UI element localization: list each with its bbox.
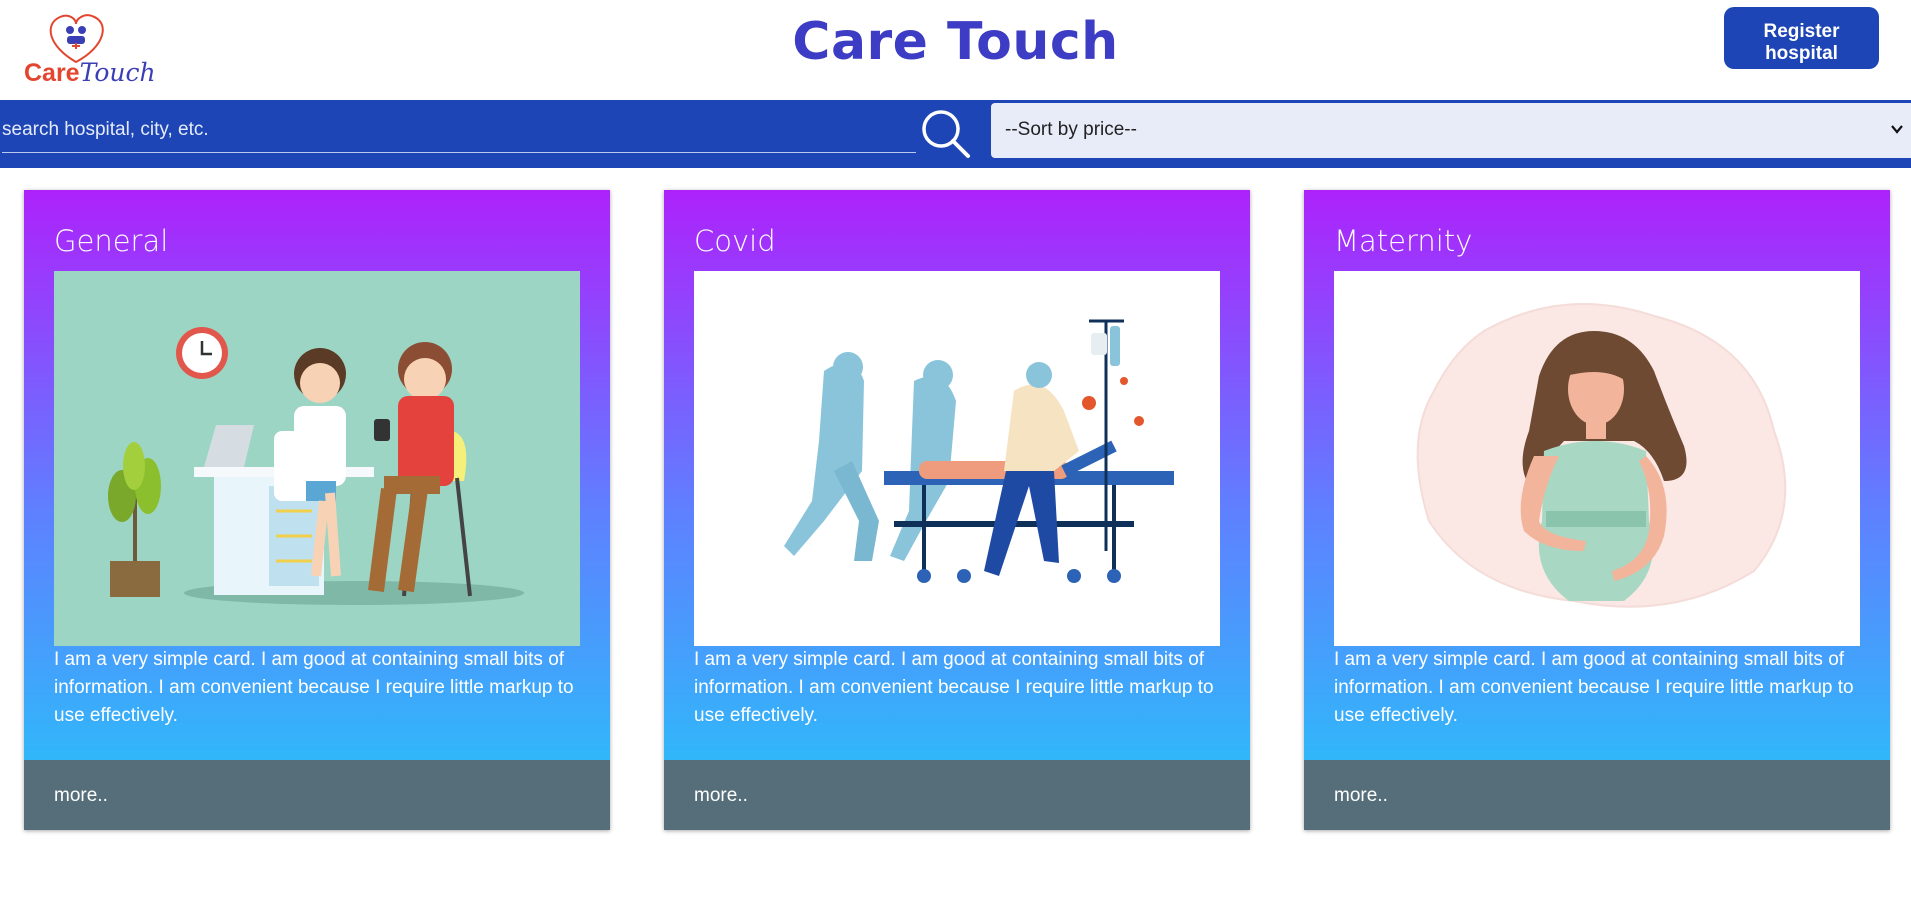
header: CareTouch Care Touch Register hospital xyxy=(0,0,1911,100)
card-footer: more.. xyxy=(1304,760,1890,830)
more-link[interactable]: more.. xyxy=(694,785,748,807)
search-icon[interactable] xyxy=(918,106,974,162)
card-maternity: Maternity I am a very simple card. I am … xyxy=(1304,190,1890,830)
search-bar: --Sort by price-- xyxy=(0,100,1911,168)
more-link[interactable]: more.. xyxy=(1334,785,1388,807)
doctor-consultation-illustration xyxy=(54,271,580,646)
more-link[interactable]: more.. xyxy=(54,785,108,807)
card-description: I am a very simple card. I am good at co… xyxy=(54,649,574,726)
card-title: General xyxy=(54,224,169,258)
card-title: Maternity xyxy=(1334,224,1473,258)
pregnant-woman-illustration xyxy=(1334,271,1860,646)
sort-selected-value: --Sort by price-- xyxy=(1005,119,1137,140)
covid-emergency-illustration xyxy=(694,271,1220,646)
card-description: I am a very simple card. I am good at co… xyxy=(694,649,1214,726)
chevron-down-icon xyxy=(1891,125,1903,134)
page-title: Care Touch xyxy=(792,12,1119,72)
card-footer: more.. xyxy=(664,760,1250,830)
card-general: General I am a very simple card. I am go… xyxy=(24,190,610,830)
sort-by-price-select[interactable]: --Sort by price-- xyxy=(991,103,1911,158)
card-title: Covid xyxy=(694,224,776,258)
card-description: I am a very simple card. I am good at co… xyxy=(1334,649,1854,726)
card-footer: more.. xyxy=(24,760,610,830)
card-covid: Covid I am a very simple card. I am good… xyxy=(664,190,1250,830)
search-input[interactable] xyxy=(2,108,916,153)
register-hospital-button[interactable]: Register hospital xyxy=(1724,7,1879,69)
